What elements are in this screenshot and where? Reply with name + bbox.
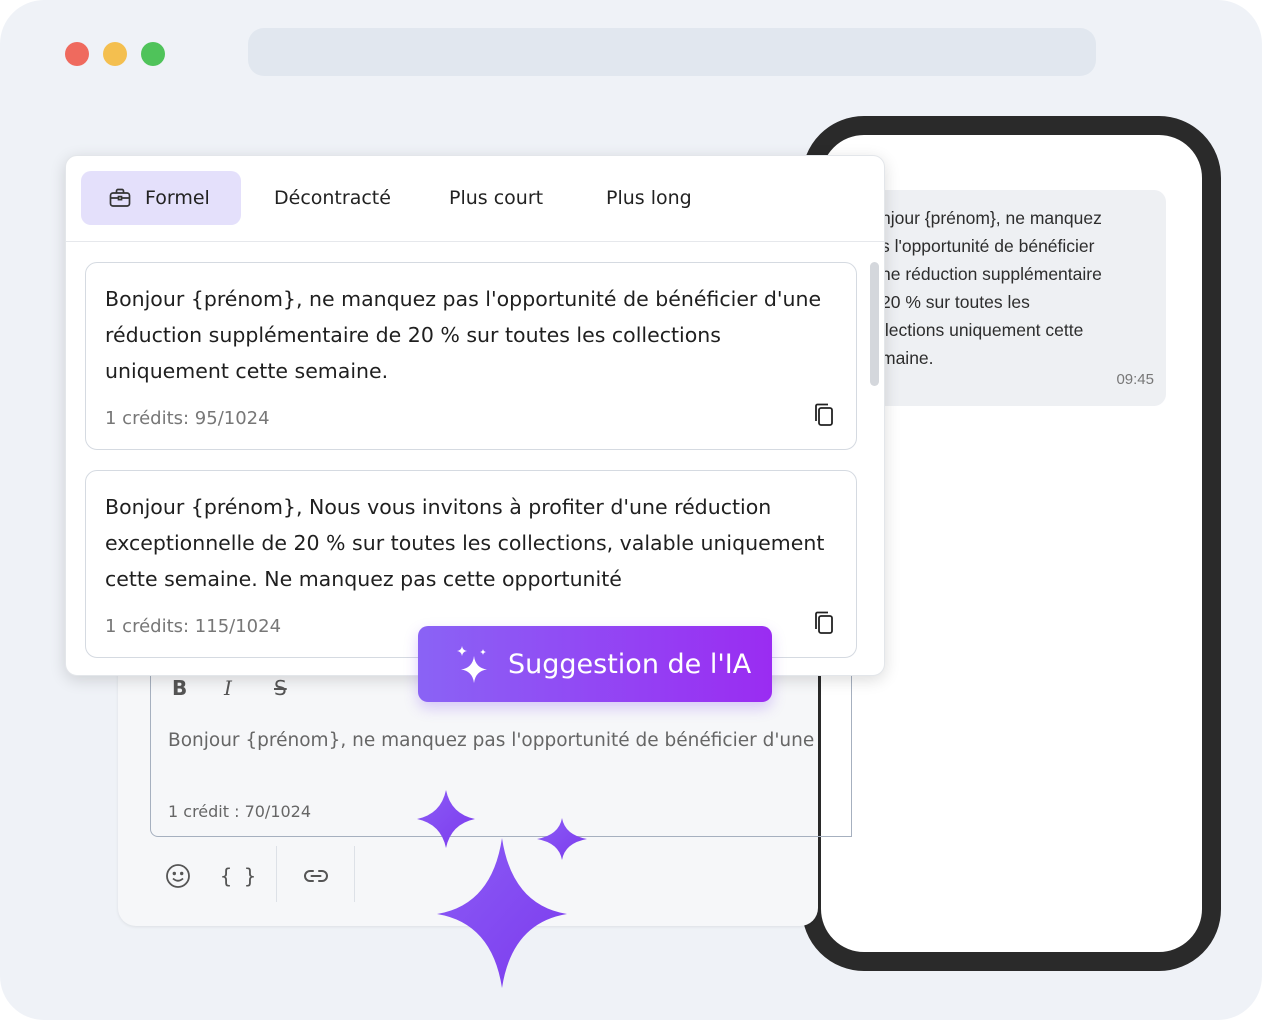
tab-label: Formel: [145, 187, 210, 209]
toolbar-divider: [354, 846, 355, 902]
editor-content[interactable]: Bonjour {prénom}, ne manquez pas l'oppor…: [168, 730, 814, 751]
variable-braces-button[interactable]: { }: [218, 858, 258, 894]
suggestion-credits: 1 crédits: 95/1024: [105, 408, 270, 429]
editor-credit-count: 1 crédit : 70/1024: [168, 802, 312, 821]
toolbar-divider: [276, 846, 277, 902]
close-window-dot[interactable]: [65, 42, 89, 66]
link-icon[interactable]: [296, 858, 336, 894]
suggestion-text: Bonjour {prénom}, Nous vous invitons à p…: [105, 495, 825, 591]
sms-message-text: njour {prénom}, ne manquez s l'opportuni…: [881, 208, 1102, 368]
maximize-window-dot[interactable]: [141, 42, 165, 66]
sms-time: 09:45: [1116, 371, 1154, 388]
tab-plus-long[interactable]: Plus long: [606, 171, 692, 225]
suggestion-credits: 1 crédits: 115/1024: [105, 616, 282, 637]
italic-button[interactable]: I: [224, 676, 232, 700]
ai-suggestions-popup: Formel Décontracté Plus court Plus long …: [65, 155, 885, 676]
emoji-icon[interactable]: [158, 858, 198, 894]
tone-tabs: Formel Décontracté Plus court Plus long: [66, 156, 884, 242]
suggestion-text: Bonjour {prénom}, ne manquez pas l'oppor…: [105, 287, 822, 383]
copy-icon[interactable]: [814, 611, 834, 639]
bold-button[interactable]: B: [172, 676, 187, 700]
copy-icon[interactable]: [814, 403, 834, 431]
sparkles-icon: [456, 644, 490, 684]
browser-window: njour {prénom}, ne manquez s l'opportuni…: [0, 0, 1262, 1020]
popup-scrollbar[interactable]: [870, 262, 879, 386]
tab-plus-court[interactable]: Plus court: [449, 171, 543, 225]
minimize-window-dot[interactable]: [103, 42, 127, 66]
sms-bubble: njour {prénom}, ne manquez s l'opportuni…: [861, 190, 1166, 406]
tab-decontracte[interactable]: Décontracté: [274, 171, 391, 225]
ai-suggestion-button[interactable]: Suggestion de l'IA: [418, 626, 772, 702]
briefcase-icon: [109, 188, 131, 208]
strikethrough-button[interactable]: S: [274, 676, 287, 700]
address-bar[interactable]: [248, 28, 1096, 76]
suggestion-card[interactable]: Bonjour {prénom}, ne manquez pas l'oppor…: [85, 262, 857, 450]
tab-formel[interactable]: Formel: [81, 171, 241, 225]
ai-button-label: Suggestion de l'IA: [508, 648, 752, 680]
